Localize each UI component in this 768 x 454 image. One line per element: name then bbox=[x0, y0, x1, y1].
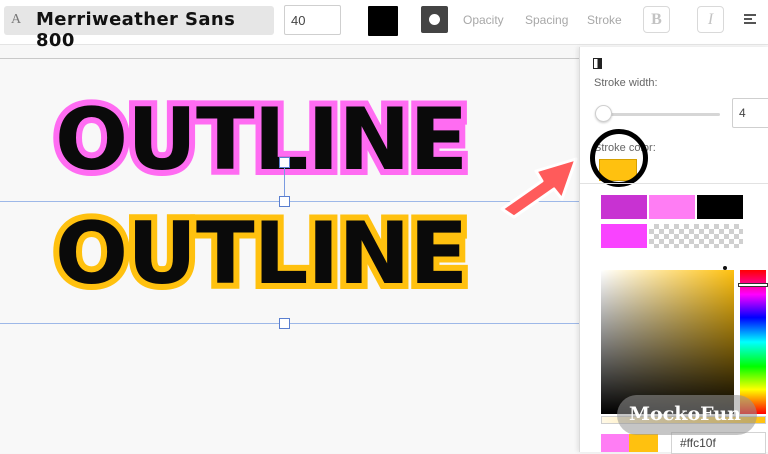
resize-handle-top[interactable] bbox=[279, 196, 290, 207]
panel-divider bbox=[580, 183, 768, 184]
rotate-handle-stem bbox=[284, 167, 285, 196]
stroke-width-label: Stroke width: bbox=[594, 77, 658, 89]
toolbar: A Merriweather Sans 800 Opacity Spacing … bbox=[0, 0, 768, 51]
tab-stroke[interactable]: Stroke bbox=[587, 13, 622, 27]
font-name: Merriweather Sans 800 bbox=[36, 9, 236, 51]
watermark-text: MockoFun bbox=[629, 403, 741, 425]
stroke-panel: Stroke width: Stroke color: bbox=[579, 47, 768, 454]
bold-button[interactable]: B bbox=[643, 6, 670, 33]
color-saturation-area[interactable] bbox=[601, 270, 734, 414]
preset-color-magenta[interactable] bbox=[601, 224, 647, 248]
stroke-width-input[interactable] bbox=[732, 98, 768, 128]
preset-color-pink[interactable] bbox=[649, 195, 695, 219]
contrast-icon bbox=[593, 58, 602, 69]
current-color-swatch bbox=[629, 434, 658, 452]
stroke-width-slider-thumb[interactable] bbox=[595, 105, 612, 122]
rotate-handle[interactable] bbox=[279, 157, 290, 168]
text-layer-pink-outline[interactable]: OUTLINE bbox=[49, 91, 474, 189]
color-picker-cursor[interactable] bbox=[723, 266, 727, 270]
font-picker[interactable]: A Merriweather Sans 800 bbox=[4, 6, 274, 51]
italic-button[interactable]: I bbox=[697, 6, 724, 33]
hex-color-input[interactable] bbox=[671, 432, 766, 454]
font-size-input[interactable] bbox=[284, 5, 341, 35]
preset-color-black[interactable] bbox=[697, 195, 743, 219]
red-arrow-icon bbox=[500, 157, 578, 219]
tab-spacing[interactable]: Spacing bbox=[525, 13, 568, 27]
text-color-swatch[interactable] bbox=[368, 6, 398, 36]
font-icon: A bbox=[11, 12, 22, 27]
tab-opacity[interactable]: Opacity bbox=[463, 13, 504, 27]
preset-color-purple[interactable] bbox=[601, 195, 647, 219]
hue-slider-marker[interactable] bbox=[738, 283, 768, 287]
stroke-width-slider-track[interactable] bbox=[598, 113, 720, 116]
text-layer-yellow-outline[interactable]: OUTLINE bbox=[49, 205, 474, 303]
selection-guide-bottom bbox=[0, 323, 590, 324]
hue-slider[interactable] bbox=[740, 270, 766, 414]
previous-color-swatch[interactable] bbox=[601, 434, 629, 452]
resize-handle-bottom[interactable] bbox=[279, 318, 290, 329]
preset-color-transparent[interactable] bbox=[649, 224, 743, 248]
text-shape-button[interactable] bbox=[421, 6, 448, 33]
highlight-circle bbox=[590, 129, 648, 187]
align-left-icon[interactable] bbox=[744, 14, 756, 24]
watermark-logo: MockoFun bbox=[617, 395, 757, 435]
